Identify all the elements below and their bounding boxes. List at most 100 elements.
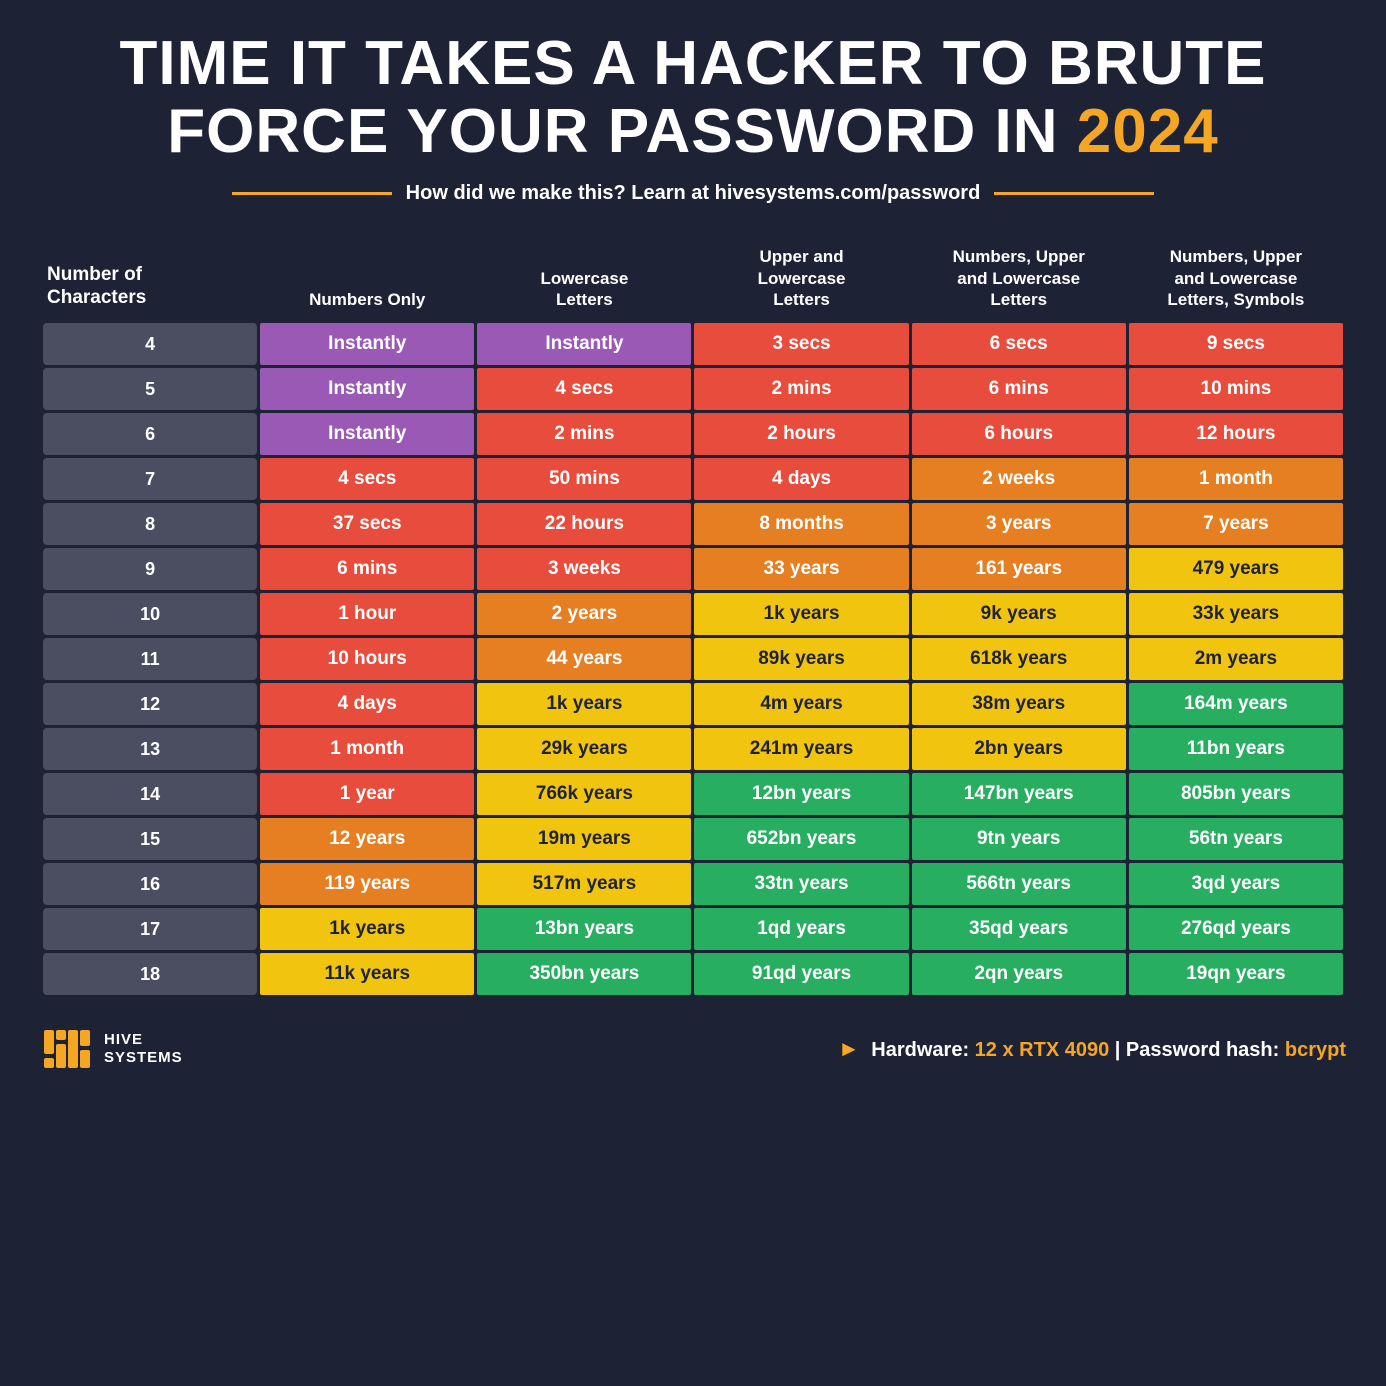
table-row: 124 days1k years4m years38m years164m ye… [43,683,1343,725]
cell-11-4: 56tn years [1129,818,1343,860]
cell-12-2: 33tn years [694,863,908,905]
logo-text: HIVE SYSTEMS [104,1031,183,1067]
cell-9-2: 241m years [694,728,908,770]
cell-4-4: 7 years [1129,503,1343,545]
cell-2-3: 6 hours [912,413,1126,455]
table-row: 16119 years517m years33tn years566tn yea… [43,863,1343,905]
cell-14-4: 19qn years [1129,953,1343,995]
table-row: 1512 years19m years652bn years9tn years5… [43,818,1343,860]
cell-4-1: 22 hours [477,503,691,545]
cell-2-2: 2 hours [694,413,908,455]
cell-10-3: 147bn years [912,773,1126,815]
cell-8-1: 1k years [477,683,691,725]
char-count: 11 [43,638,257,680]
char-count: 5 [43,368,257,410]
footer-info: ► Hardware: 12 x RTX 4090 | Password has… [838,1036,1346,1062]
cell-1-4: 10 mins [1129,368,1343,410]
hash-label: Password hash: [1126,1039,1279,1061]
title-line2: FORCE YOUR PASSWORD IN 2024 [120,98,1267,166]
table-row: 96 mins3 weeks33 years161 years479 years [43,548,1343,590]
cell-11-0: 12 years [260,818,474,860]
cell-12-4: 3qd years [1129,863,1343,905]
table-row: 5Instantly4 secs2 mins6 mins10 mins [43,368,1343,410]
cell-4-2: 8 months [694,503,908,545]
cell-12-1: 517m years [477,863,691,905]
cell-11-2: 652bn years [694,818,908,860]
cell-10-4: 805bn years [1129,773,1343,815]
cell-1-3: 6 mins [912,368,1126,410]
char-count: 4 [43,323,257,365]
cell-11-1: 19m years [477,818,691,860]
subtitle-line-right [994,192,1154,195]
col-header-lower: LowercaseLetters [477,236,691,320]
cell-3-4: 1 month [1129,458,1343,500]
cell-5-1: 3 weeks [477,548,691,590]
col-header-num-upper-lower: Numbers, Upperand LowercaseLetters [912,236,1126,320]
cell-14-2: 91qd years [694,953,908,995]
cell-5-3: 161 years [912,548,1126,590]
cell-13-2: 1qd years [694,908,908,950]
char-count: 8 [43,503,257,545]
cell-2-4: 12 hours [1129,413,1343,455]
title: TIME IT TAKES A HACKER TO BRUTE FORCE YO… [120,30,1267,182]
table-row: 837 secs22 hours8 months3 years7 years [43,503,1343,545]
cell-13-0: 1k years [260,908,474,950]
cell-2-0: Instantly [260,413,474,455]
char-count: 9 [43,548,257,590]
char-count: 18 [43,953,257,995]
hash-value: bcrypt [1285,1039,1346,1061]
char-count: 17 [43,908,257,950]
subtitle-line-left [232,192,392,195]
cell-8-4: 164m years [1129,683,1343,725]
table-row: 1811k years350bn years91qd years2qn year… [43,953,1343,995]
cell-6-1: 2 years [477,593,691,635]
cell-9-4: 11bn years [1129,728,1343,770]
cell-3-0: 4 secs [260,458,474,500]
footer: HIVE SYSTEMS ► Hardware: 12 x RTX 4090 |… [40,1022,1346,1076]
cell-13-3: 35qd years [912,908,1126,950]
table-row: 131 month29k years241m years2bn years11b… [43,728,1343,770]
cell-10-0: 1 year [260,773,474,815]
cell-0-3: 6 secs [912,323,1126,365]
subtitle-text: How did we make this? Learn at hivesyste… [406,182,981,205]
cell-1-2: 2 mins [694,368,908,410]
separator: | [1115,1039,1126,1061]
cell-10-1: 766k years [477,773,691,815]
cell-9-1: 29k years [477,728,691,770]
cell-7-0: 10 hours [260,638,474,680]
cell-6-3: 9k years [912,593,1126,635]
char-count: 10 [43,593,257,635]
cell-0-2: 3 secs [694,323,908,365]
cell-6-0: 1 hour [260,593,474,635]
cell-0-4: 9 secs [1129,323,1343,365]
col-header-numbers: Numbers Only [260,236,474,320]
cell-10-2: 12bn years [694,773,908,815]
cell-8-2: 4m years [694,683,908,725]
cell-14-0: 11k years [260,953,474,995]
char-count: 13 [43,728,257,770]
cell-12-3: 566tn years [912,863,1126,905]
cell-2-1: 2 mins [477,413,691,455]
table-row: 1110 hours44 years89k years618k years2m … [43,638,1343,680]
cell-0-1: Instantly [477,323,691,365]
cell-4-3: 3 years [912,503,1126,545]
cell-13-4: 276qd years [1129,908,1343,950]
logo-area: HIVE SYSTEMS [40,1022,183,1076]
cell-4-0: 37 secs [260,503,474,545]
cell-8-3: 38m years [912,683,1126,725]
col-header-num-upper-lower-sym: Numbers, Upperand LowercaseLetters, Symb… [1129,236,1343,320]
cell-9-0: 1 month [260,728,474,770]
hardware-value: 12 x RTX 4090 [975,1039,1110,1061]
cell-6-2: 1k years [694,593,908,635]
cell-6-4: 33k years [1129,593,1343,635]
password-table: Number ofCharacters Numbers Only Lowerca… [40,233,1346,998]
cell-14-3: 2qn years [912,953,1126,995]
col-header-upper-lower: Upper andLowercaseLetters [694,236,908,320]
cell-8-0: 4 days [260,683,474,725]
col-header-chars: Number ofCharacters [43,236,257,320]
table-row: 141 year766k years12bn years147bn years8… [43,773,1343,815]
cell-3-2: 4 days [694,458,908,500]
cell-7-4: 2m years [1129,638,1343,680]
cell-5-2: 33 years [694,548,908,590]
subtitle-bar: How did we make this? Learn at hivesyste… [40,182,1346,205]
